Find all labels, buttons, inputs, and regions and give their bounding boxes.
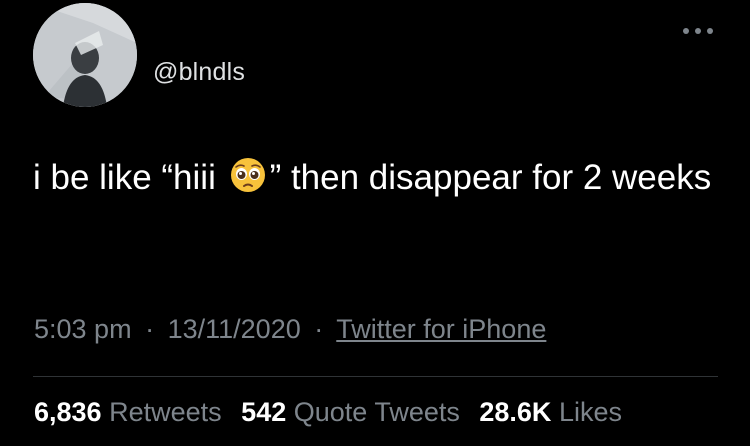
retweets-count: 6,836	[34, 397, 102, 427]
likes-count: 28.6K	[479, 397, 552, 427]
profile-photo-image	[33, 3, 137, 107]
tweet-stats: 6,836 Retweets 542 Quote Tweets 28.6K Li…	[34, 397, 634, 428]
more-options-icon[interactable]	[680, 24, 716, 38]
meta-separator: ·	[314, 314, 324, 344]
tweet-text: i be like “hiii ” then disappear for 2 w…	[33, 146, 723, 210]
meta-separator: ·	[145, 314, 155, 344]
divider	[33, 376, 718, 377]
pleading-face-emoji-icon	[230, 150, 266, 192]
quote-tweets-label: Quote Tweets	[293, 397, 460, 427]
retweets-stat[interactable]: 6,836 Retweets	[34, 397, 222, 427]
avatar[interactable]	[33, 3, 137, 107]
likes-label: Likes	[558, 397, 622, 427]
tweet-date[interactable]: 13/11/2020	[168, 314, 301, 344]
likes-stat[interactable]: 28.6K Likes	[479, 397, 622, 427]
user-handle[interactable]: @blndls	[153, 58, 245, 87]
tweet-time[interactable]: 5:03 pm	[34, 314, 132, 344]
tweet-meta: 5:03 pm · 13/11/2020 · Twitter for iPhon…	[34, 314, 546, 345]
quote-tweets-count: 542	[241, 397, 287, 427]
quote-tweets-stat[interactable]: 542 Quote Tweets	[241, 397, 460, 427]
tweet-text-part-2: ” then disappear for 2 weeks	[269, 158, 712, 197]
tweet-source-link[interactable]: Twitter for iPhone	[336, 314, 546, 344]
retweets-label: Retweets	[109, 397, 222, 427]
tweet-text-part-1: i be like “hiii	[33, 158, 226, 197]
